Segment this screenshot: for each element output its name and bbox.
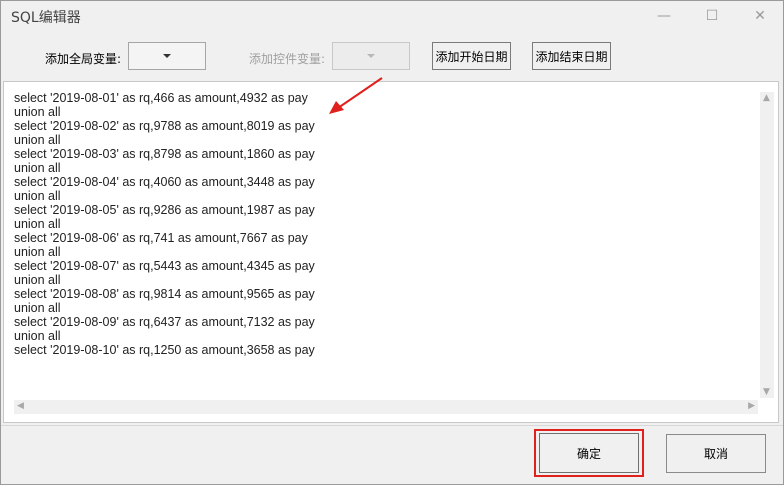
chevron-right-icon[interactable]: ▶: [748, 401, 755, 411]
control-variable-dropdown[interactable]: [332, 42, 410, 70]
chevron-down-icon[interactable]: ▼: [763, 387, 770, 397]
control-variable-label: 添加控件变量:: [249, 52, 326, 66]
maximize-button[interactable]: ☐: [689, 1, 735, 31]
window-title: SQL编辑器: [11, 10, 81, 26]
sql-text-area[interactable]: select '2019-08-01' as rq,466 as amount,…: [3, 81, 779, 423]
footer-divider: [1, 425, 783, 426]
close-button[interactable]: ✕: [737, 1, 783, 31]
minimize-button[interactable]: —: [641, 1, 687, 31]
chevron-left-icon[interactable]: ◀: [17, 401, 24, 411]
maximize-icon: ☐: [705, 8, 719, 24]
global-variable-dropdown[interactable]: [128, 42, 206, 70]
ok-button-highlight: [534, 429, 644, 477]
sql-editor-dialog: SQL编辑器 — ☐ ✕ 添加全局变量: 添加控件变量: 添加开始日期 添加结束…: [0, 0, 784, 485]
horizontal-scrollbar[interactable]: ◀ ▶: [14, 400, 758, 414]
close-icon: ✕: [754, 8, 766, 24]
sql-code[interactable]: select '2019-08-01' as rq,466 as amount,…: [14, 91, 315, 357]
chevron-down-icon: [163, 54, 171, 58]
title-bar: SQL编辑器 — ☐ ✕: [1, 1, 783, 31]
add-start-date-button[interactable]: 添加开始日期: [432, 42, 511, 70]
minimize-icon: —: [657, 8, 671, 24]
toolbar: 添加全局变量: 添加控件变量: 添加开始日期 添加结束日期: [1, 31, 783, 79]
chevron-down-icon: [367, 54, 375, 58]
vertical-scrollbar[interactable]: ▲ ▼: [760, 92, 774, 398]
chevron-up-icon[interactable]: ▲: [763, 93, 770, 103]
global-variable-label: 添加全局变量:: [45, 52, 122, 66]
cancel-button[interactable]: 取消: [666, 434, 766, 473]
add-end-date-button[interactable]: 添加结束日期: [532, 42, 611, 70]
